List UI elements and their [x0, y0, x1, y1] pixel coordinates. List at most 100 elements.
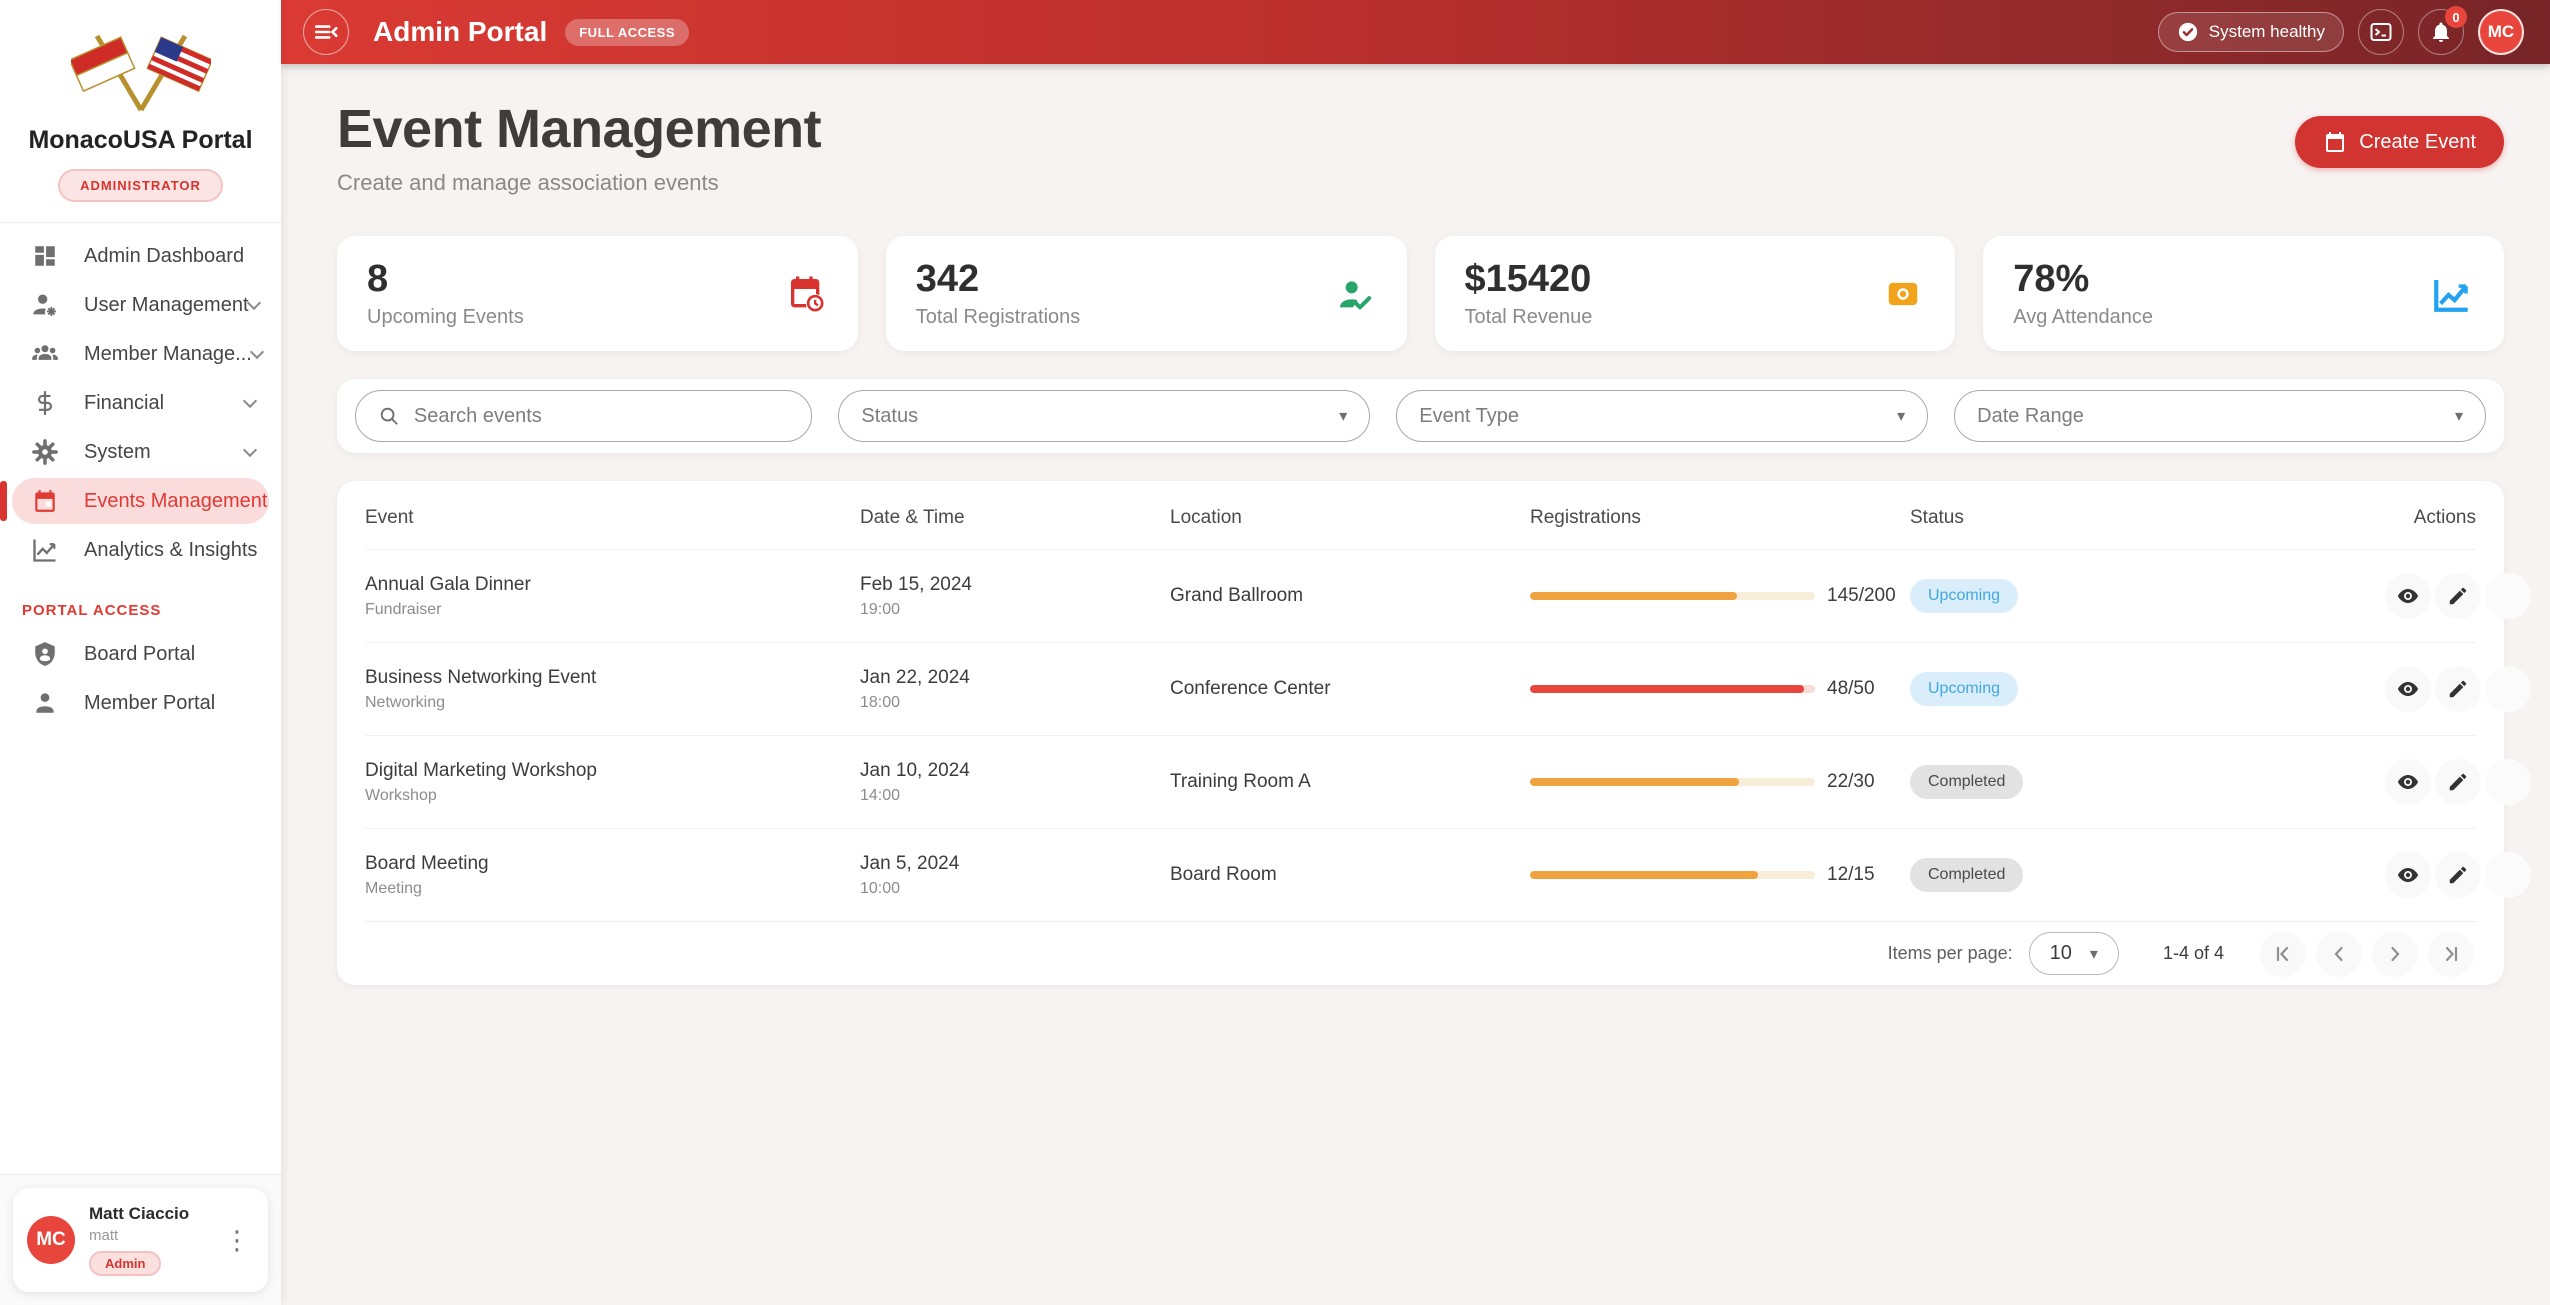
- create-event-label: Create Event: [2359, 131, 2476, 154]
- sidebar-item-analytics-insights[interactable]: Analytics & Insights: [12, 527, 269, 573]
- location-cell: Training Room A: [1170, 771, 1530, 793]
- administrator-badge: ADMINISTRATOR: [58, 169, 223, 202]
- search-input[interactable]: [414, 405, 789, 428]
- create-event-button[interactable]: Create Event: [2295, 116, 2504, 168]
- registration-progress-track: [1530, 871, 1815, 879]
- last-page-icon: [2439, 942, 2463, 966]
- current-user-card: MC Matt Ciaccio matt Admin ⋮: [13, 1188, 268, 1292]
- filters-bar: Status ▾ Event Type ▾ Date Range ▾: [337, 379, 2504, 453]
- brand-title: MonacoUSA Portal: [0, 126, 281, 155]
- crossed-monaco-usa-flags-icon: [71, 22, 211, 114]
- sidebar-item-member-portal[interactable]: Member Portal: [12, 680, 269, 726]
- user-menu-kebab-icon[interactable]: ⋮: [220, 1223, 254, 1257]
- topbar-avatar[interactable]: MC: [2478, 9, 2524, 55]
- delete-button[interactable]: [2485, 852, 2531, 898]
- sidebar-item-board-portal[interactable]: Board Portal: [12, 631, 269, 677]
- event-cell: Annual Gala Dinner Fundraiser: [365, 574, 860, 619]
- delete-button[interactable]: [2485, 759, 2531, 805]
- table-row: Digital Marketing Workshop Workshop Jan …: [365, 735, 2476, 828]
- delete-button[interactable]: [2485, 573, 2531, 619]
- gear-icon: [30, 437, 60, 467]
- terminal-button[interactable]: [2358, 9, 2404, 55]
- view-button[interactable]: [2385, 852, 2431, 898]
- search-field[interactable]: [355, 390, 812, 442]
- menu-toggle-button[interactable]: [303, 9, 349, 55]
- sidebar-item-label: System: [84, 441, 151, 464]
- stat-label: Total Revenue: [1465, 306, 1882, 329]
- notifications-button[interactable]: 0: [2418, 9, 2464, 55]
- eye-icon: [2396, 770, 2420, 794]
- view-button[interactable]: [2385, 759, 2431, 805]
- date-range-filter-select[interactable]: Date Range ▾: [1954, 390, 2486, 442]
- dollar-icon: [30, 388, 60, 418]
- actions-cell: [2385, 573, 2531, 619]
- sidebar-item-events-management[interactable]: Events Management: [12, 478, 269, 524]
- registration-progress-fill: [1530, 592, 1737, 600]
- registrations-cell: 48/50: [1530, 678, 1910, 700]
- stat-label: Upcoming Events: [367, 306, 784, 329]
- event-type-filter-select[interactable]: Event Type ▾: [1396, 390, 1928, 442]
- sidebar-item-label: Financial: [84, 392, 164, 415]
- edit-button[interactable]: [2435, 666, 2481, 712]
- column-header-location: Location: [1170, 507, 1530, 529]
- view-button[interactable]: [2385, 666, 2431, 712]
- stat-value: 342: [916, 258, 1333, 301]
- items-per-page-select[interactable]: 10 ▾: [2029, 932, 2119, 975]
- trending-chart-icon: [2430, 272, 2474, 316]
- sidebar-item-user-management[interactable]: User Management: [12, 282, 269, 328]
- date-range-filter-label: Date Range: [1977, 405, 2084, 428]
- delete-button[interactable]: [2485, 666, 2531, 712]
- first-page-button[interactable]: [2260, 931, 2306, 977]
- table-row: Annual Gala Dinner Fundraiser Feb 15, 20…: [365, 549, 2476, 642]
- event-category: Meeting: [365, 880, 860, 898]
- eye-icon: [2396, 863, 2420, 887]
- edit-button[interactable]: [2435, 852, 2481, 898]
- calendar-clock-icon: [784, 272, 828, 316]
- column-header-registrations: Registrations: [1530, 507, 1910, 529]
- edit-button[interactable]: [2435, 759, 2481, 805]
- sidebar-item-member-management[interactable]: Member Manage...: [12, 331, 269, 377]
- registrations-cell: 145/200: [1530, 585, 1910, 607]
- next-page-button[interactable]: [2372, 931, 2418, 977]
- first-page-icon: [2271, 942, 2295, 966]
- event-date: Jan 5, 2024: [860, 853, 1170, 875]
- user-gear-icon: [30, 290, 60, 320]
- sidebar-item-label: Events Management: [84, 490, 267, 513]
- previous-page-button[interactable]: [2316, 931, 2362, 977]
- registration-count: 22/30: [1827, 771, 1875, 793]
- items-per-page-value: 10: [2050, 942, 2072, 965]
- stat-label: Avg Attendance: [2013, 306, 2430, 329]
- actions-cell: [2385, 759, 2531, 805]
- main-area: Admin Portal FULL ACCESS System healthy …: [281, 0, 2550, 1305]
- pencil-icon: [2447, 678, 2469, 700]
- dropdown-arrow-icon: ▾: [1897, 406, 1905, 426]
- status-badge: Completed: [1910, 858, 2023, 892]
- event-name: Digital Marketing Workshop: [365, 760, 860, 782]
- dropdown-arrow-icon: ▾: [1339, 406, 1347, 426]
- sidebar-item-financial[interactable]: Financial: [12, 380, 269, 426]
- view-button[interactable]: [2385, 573, 2431, 619]
- registration-progress-fill: [1530, 685, 1804, 693]
- app-window: MonacoUSA Portal ADMINISTRATOR Admin Das…: [0, 0, 2550, 1305]
- portal-access-section-label: PORTAL ACCESS: [0, 576, 281, 631]
- status-cell: Completed: [1910, 858, 2385, 892]
- event-date: Jan 10, 2024: [860, 760, 1170, 782]
- topbar: Admin Portal FULL ACCESS System healthy …: [281, 0, 2550, 64]
- column-header-date-time: Date & Time: [860, 507, 1170, 529]
- table-header-row: Event Date & Time Location Registrations…: [365, 481, 2476, 549]
- edit-button[interactable]: [2435, 573, 2481, 619]
- divider: [0, 222, 281, 223]
- calendar-icon: [30, 486, 60, 516]
- portal-access-nav: Board Portal Member Portal: [0, 631, 281, 729]
- column-header-status: Status: [1910, 507, 2385, 529]
- stats-row: 8 Upcoming Events 342 Total Registration…: [337, 236, 2504, 351]
- registration-count: 145/200: [1827, 585, 1896, 607]
- status-filter-select[interactable]: Status ▾: [838, 390, 1370, 442]
- table-pagination: Items per page: 10 ▾ 1-4 of 4: [365, 921, 2476, 985]
- sidebar-item-system[interactable]: System: [12, 429, 269, 475]
- last-page-button[interactable]: [2428, 931, 2474, 977]
- sidebar-item-admin-dashboard[interactable]: Admin Dashboard: [12, 233, 269, 279]
- registration-count: 48/50: [1827, 678, 1875, 700]
- registration-progress-track: [1530, 778, 1815, 786]
- payments-icon: [1881, 272, 1925, 316]
